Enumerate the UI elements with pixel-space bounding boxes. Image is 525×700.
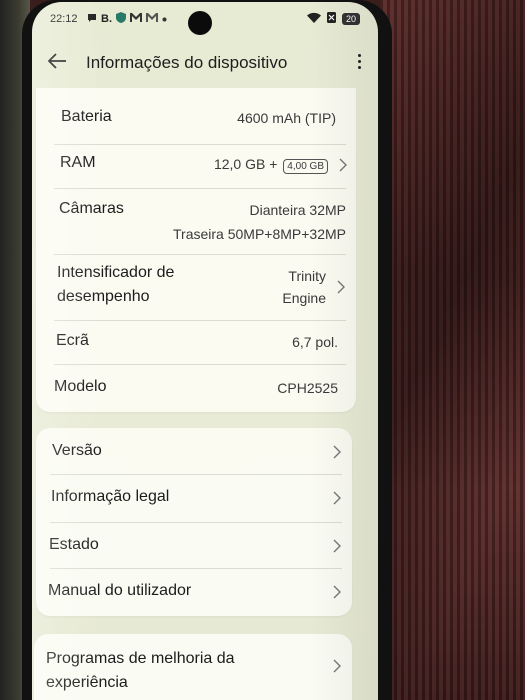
link-label: Estado: [49, 536, 99, 553]
page-title: Informações do dispositivo: [86, 53, 288, 72]
spec-value-rear: Traseira 50MP+8MP+32MP: [173, 226, 346, 242]
more-options-icon[interactable]: [356, 52, 362, 72]
spec-value: 4600 mAh (TIP): [237, 110, 336, 126]
wifi-icon: [306, 12, 321, 26]
spec-value-front: Dianteira 32MP: [249, 202, 347, 218]
divider: [50, 568, 342, 569]
message-icon: [87, 13, 97, 26]
chevron-right-icon: [333, 585, 341, 599]
chevron-right-icon: [333, 491, 341, 505]
divider: [54, 188, 346, 189]
list-item-experience-programs[interactable]: Programas de melhoria da experiência: [34, 650, 352, 700]
link-label: Versão: [52, 442, 102, 459]
notification-icons: B.: [87, 12, 167, 26]
top-bar: Informações do dispositivo: [32, 46, 378, 80]
divider: [50, 522, 342, 523]
back-arrow-icon[interactable]: [46, 50, 70, 74]
spec-label: RAM: [60, 154, 96, 171]
link-label: Informação legal: [51, 488, 170, 505]
phone-screen: 22:12 B. 20 Informações do dispositivo B…: [32, 2, 378, 700]
spec-value: 12,0 GB + 4,00 GB: [214, 156, 328, 174]
chevron-right-icon: [337, 280, 345, 294]
fabric-shadow: [380, 0, 525, 700]
spec-label-line1: Intensificador de: [57, 264, 175, 281]
spec-value: 6,7 pol.: [292, 334, 338, 350]
divider: [54, 320, 346, 321]
list-item-user-manual[interactable]: Manual do utilizador: [36, 582, 352, 614]
divider: [54, 364, 346, 365]
link-label-line1: Programas de melhoria da: [46, 650, 235, 667]
status-time: 22:12: [50, 13, 78, 25]
ram-value: 12,0 GB +: [213, 156, 278, 172]
front-camera: [188, 11, 212, 35]
gmail-icon: [130, 13, 142, 25]
device-specs-card: Bateria 4600 mAh (TIP) RAM 12,0 GB + 4,0…: [36, 88, 356, 412]
spec-label-line2: desempenho: [57, 288, 150, 305]
more-notifications-dot-icon: [162, 13, 167, 25]
divider: [54, 254, 346, 255]
list-item-version[interactable]: Versão: [36, 442, 352, 474]
chevron-right-icon: [339, 158, 347, 172]
gmail-icon-2: [146, 13, 158, 25]
about-links-card: Versão Informação legal Estado Manual do…: [36, 428, 352, 616]
link-label-line2: experiência: [46, 674, 128, 691]
link-label: Manual do utilizador: [48, 582, 192, 599]
list-item-status[interactable]: Estado: [36, 536, 352, 568]
list-item-legal[interactable]: Informação legal: [36, 488, 352, 520]
chevron-right-icon: [333, 445, 341, 459]
spec-value-line1: Trinity: [288, 268, 326, 284]
spec-label: Ecrã: [56, 332, 89, 349]
chevron-right-icon: [333, 659, 341, 673]
divider: [54, 144, 346, 145]
programs-card: Programas de melhoria da experiência: [34, 634, 352, 700]
chevron-right-icon: [333, 539, 341, 553]
b-app-label: B.: [101, 13, 112, 25]
divider: [50, 474, 342, 475]
spec-label: Câmaras: [59, 200, 124, 217]
spec-value: CPH2525: [277, 380, 338, 396]
spec-label: Bateria: [61, 108, 112, 125]
spec-value-line2: Engine: [282, 290, 326, 306]
ram-expansion-badge: 4,00 GB: [283, 159, 328, 174]
spec-label: Modelo: [54, 378, 107, 395]
battery-indicator: 20: [341, 13, 360, 25]
status-right-icons: 20: [306, 12, 360, 26]
status-bar: 22:12 B. 20: [32, 2, 378, 38]
sim-icon: [326, 12, 336, 26]
shield-icon: [116, 12, 126, 26]
